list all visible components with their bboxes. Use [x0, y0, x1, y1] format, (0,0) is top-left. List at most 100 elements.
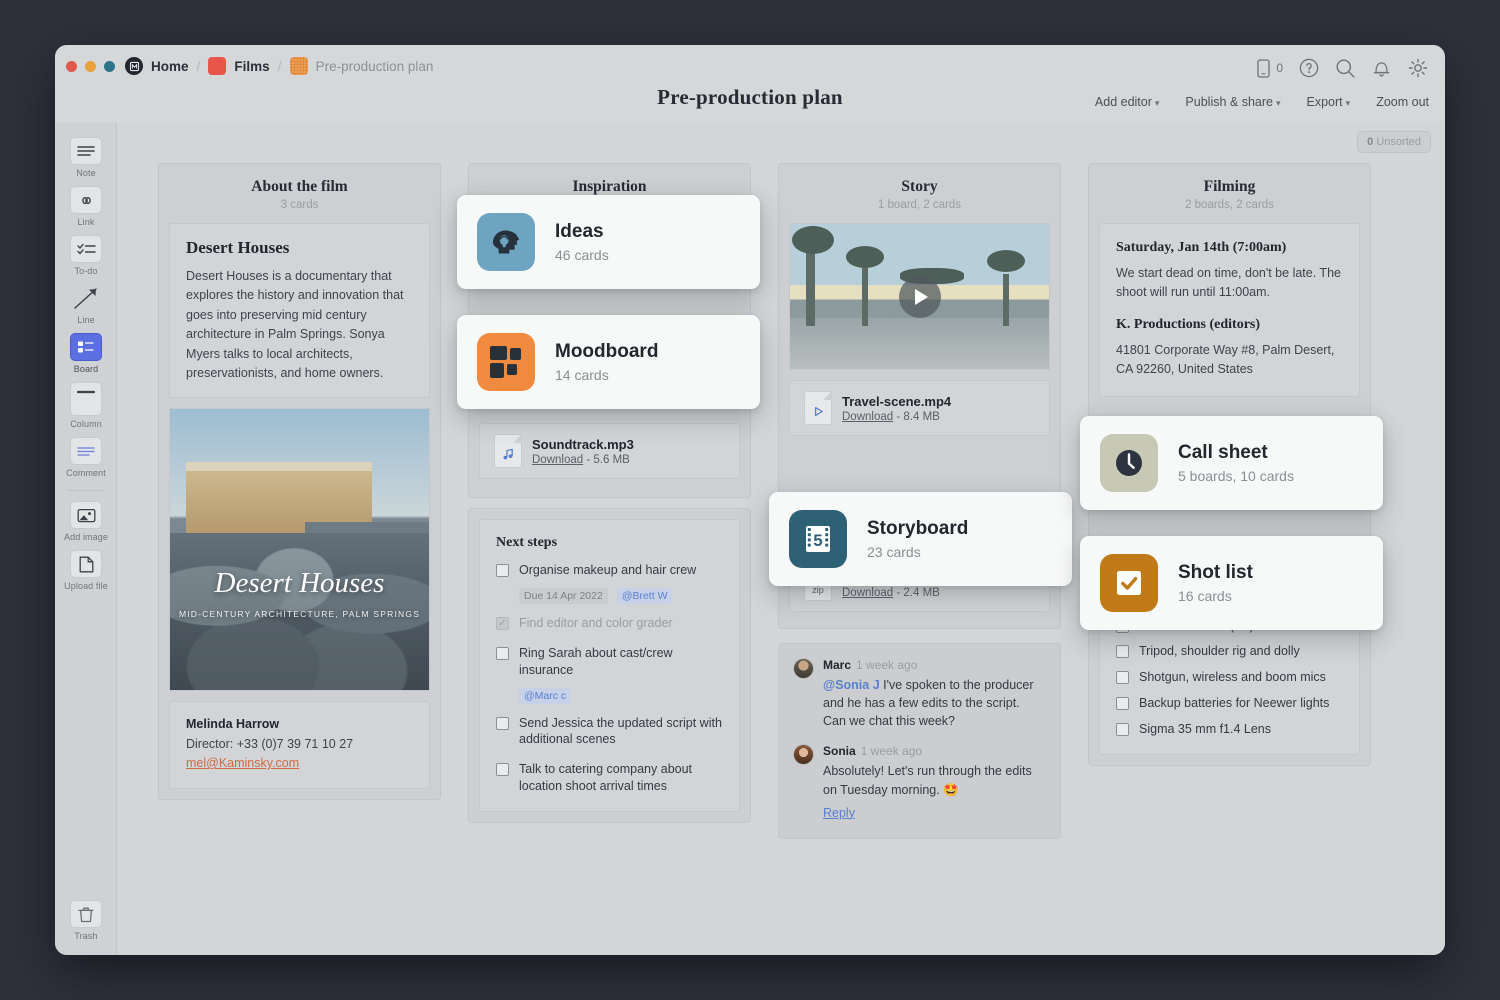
sidebar-label-trash: Trash	[74, 931, 97, 941]
download-link[interactable]: Download	[842, 411, 893, 423]
column-header: About the film 3 cards	[159, 164, 440, 223]
breadcrumb-item-films[interactable]: Films	[208, 57, 269, 75]
notifications-icon[interactable]	[1372, 58, 1391, 79]
export-menu[interactable]: Export▾	[1307, 95, 1351, 109]
checklist-item[interactable]: Tripod, shoulder rig and dolly	[1116, 643, 1343, 660]
file-icon	[70, 550, 102, 578]
sidebar-item-todo[interactable]: To-do	[55, 229, 117, 278]
minimize-window-button[interactable]	[85, 61, 96, 72]
checklist-item[interactable]: Shotgun, wireless and boom mics	[1116, 669, 1343, 686]
sidebar-item-comment[interactable]: Comment	[55, 431, 117, 480]
file-name: Travel-scene.mp4	[842, 394, 951, 409]
contact-name: Melinda Harrow	[186, 715, 413, 734]
settings-icon[interactable]	[1407, 57, 1429, 79]
board-canvas[interactable]: 0 Unsorted About the film 3 cards Desert…	[117, 123, 1445, 955]
comment[interactable]: Marc1 week ago @Sonia J I've spoken to t…	[793, 658, 1046, 730]
zoom-out-button[interactable]: Zoom out	[1376, 95, 1429, 109]
column-title: Story	[789, 178, 1050, 196]
checkbox-icon[interactable]	[496, 647, 509, 660]
board-card-shot-list[interactable]: Shot list 16 cards	[1080, 536, 1383, 630]
sidebar-item-upload-file[interactable]: Upload file	[55, 544, 117, 593]
sidebar-divider	[67, 490, 104, 491]
board-card-subtitle: 23 cards	[867, 544, 968, 560]
help-icon[interactable]	[1299, 58, 1319, 78]
search-icon[interactable]	[1335, 58, 1356, 79]
note-card-shoot-details[interactable]: Saturday, Jan 14th (7:00am) We start dea…	[1099, 223, 1360, 397]
breadcrumb-separator-2: /	[278, 58, 282, 74]
unsorted-badge[interactable]: 0 Unsorted	[1357, 131, 1431, 153]
maximize-window-button[interactable]	[104, 61, 115, 72]
add-editor-menu[interactable]: Add editor▾	[1095, 95, 1160, 109]
video-preview-card[interactable]	[789, 223, 1050, 370]
image-card-desert-houses[interactable]: Desert Houses MID-CENTURY ARCHITECTURE, …	[169, 408, 430, 691]
window-controls[interactable]	[66, 61, 115, 72]
sidebar-item-link[interactable]: Link	[55, 180, 117, 229]
reply-link[interactable]: Reply	[823, 806, 855, 820]
sidebar-item-board[interactable]: Board	[55, 327, 117, 376]
contact-card[interactable]: Melinda Harrow Director: +33 (0)7 39 71 …	[169, 701, 430, 789]
head-lightbulb-icon	[477, 213, 535, 271]
close-window-button[interactable]	[66, 61, 77, 72]
sidebar-item-note[interactable]: Note	[55, 131, 117, 180]
publish-share-menu[interactable]: Publish & share▾	[1185, 95, 1280, 109]
mobile-icon[interactable]: 0	[1257, 59, 1283, 78]
play-icon[interactable]	[899, 276, 941, 318]
file-meta: Download - 5.6 MB	[532, 454, 634, 466]
sidebar-item-add-image[interactable]: Add image	[55, 495, 117, 544]
mention-tag[interactable]: @Marc c	[519, 688, 571, 704]
checklist-item[interactable]: Talk to catering company about location …	[496, 761, 723, 795]
board-card-moodboard[interactable]: Moodboard 14 cards	[457, 315, 760, 409]
comment-time: 1 week ago	[861, 744, 922, 758]
checklist-item[interactable]: Send Jessica the updated script with add…	[496, 715, 723, 749]
breadcrumb-item-current[interactable]: Pre-production plan	[290, 57, 434, 75]
checklist-item[interactable]: Ring Sarah about cast/crew insurance	[496, 645, 723, 679]
breadcrumb-item-home[interactable]: Home	[125, 57, 189, 75]
comment-header: Sonia1 week ago	[823, 744, 1046, 758]
board-card-ideas[interactable]: Ideas 46 cards	[457, 195, 760, 289]
mention-link[interactable]: @Sonia J	[823, 678, 880, 692]
checkbox-icon[interactable]	[1116, 723, 1129, 736]
checklist-item[interactable]: Backup batteries for Neewer lights	[1116, 695, 1343, 712]
card-next-steps[interactable]: Next steps Organise makeup and hair crew…	[468, 508, 751, 823]
checkbox-icon[interactable]	[496, 763, 509, 776]
comment-icon	[70, 437, 102, 465]
board-card-title: Moodboard	[555, 341, 658, 363]
file-card-travel-scene[interactable]: Travel-scene.mp4 Download - 8.4 MB	[789, 380, 1050, 436]
file-size: 5.6 MB	[593, 454, 629, 466]
sidebar-item-line[interactable]: Line	[55, 278, 117, 327]
sidebar-item-trash[interactable]: Trash	[55, 900, 117, 941]
column-header: Story 1 board, 2 cards	[779, 164, 1060, 223]
link-icon	[70, 186, 102, 214]
column-about-the-film[interactable]: About the film 3 cards Desert Houses Des…	[158, 163, 441, 800]
contact-email-link[interactable]: mel@Kaminsky.com	[186, 756, 299, 770]
checkbox-icon[interactable]	[496, 717, 509, 730]
contact-role-phone: Director: +33 (0)7 39 71 10 27	[186, 735, 413, 754]
checkbox-icon-checked[interactable]: ✓	[496, 617, 509, 630]
titlebar: Home / Films / Pre-production plan Pre-p…	[55, 45, 1445, 123]
checkbox-icon[interactable]	[1116, 697, 1129, 710]
sidebar-item-column[interactable]: Column	[55, 376, 117, 431]
board-card-storyboard[interactable]: 5 Storyboard 23 cards	[769, 492, 1072, 586]
download-link[interactable]: Download	[532, 454, 583, 466]
orange-square-icon	[290, 57, 308, 75]
breadcrumb-label-home: Home	[151, 59, 189, 74]
checklist-item[interactable]: Sigma 35 mm f1.4 Lens	[1116, 721, 1343, 738]
card-comments[interactable]: Marc1 week ago @Sonia J I've spoken to t…	[778, 643, 1061, 839]
breadcrumb-label-films: Films	[234, 59, 269, 74]
checkbox-icon[interactable]	[1116, 645, 1129, 658]
comment[interactable]: Sonia1 week ago Absolutely! Let's run th…	[793, 744, 1046, 821]
checkbox-icon[interactable]	[1116, 671, 1129, 684]
column-title: Inspiration	[479, 178, 740, 196]
board-card-call-sheet[interactable]: Call sheet 5 boards, 10 cards	[1080, 416, 1383, 510]
file-card-soundtrack[interactable]: Soundtrack.mp3 Download - 5.6 MB	[479, 423, 740, 479]
checklist-item[interactable]: ✓ Find editor and color grader	[496, 615, 723, 632]
checkbox-icon[interactable]	[496, 564, 509, 577]
note-card-desert-houses[interactable]: Desert Houses Desert Houses is a documen…	[169, 223, 430, 398]
sidebar-label-upload-file: Upload file	[64, 581, 108, 591]
checklist-item[interactable]: Organise makeup and hair crew	[496, 562, 723, 579]
checklist-card[interactable]: Next steps Organise makeup and hair crew…	[479, 519, 740, 812]
mention-tag[interactable]: @Brett W	[617, 588, 673, 604]
download-link[interactable]: Download	[842, 587, 893, 599]
board-card-subtitle: 14 cards	[555, 367, 658, 383]
comment-time: 1 week ago	[856, 658, 917, 672]
